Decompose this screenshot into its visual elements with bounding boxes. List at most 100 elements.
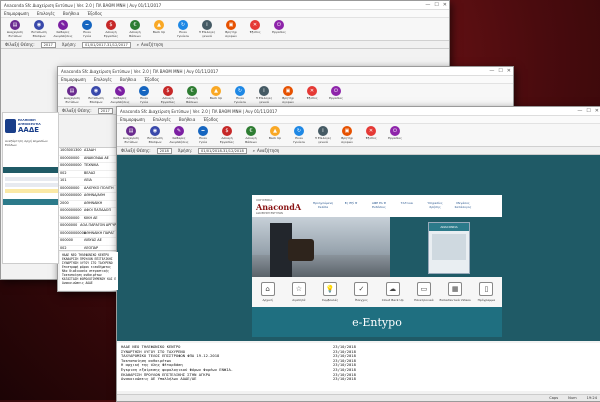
window-title: Anaconda Sfc Διαχείριση Εντύπων | Ver. 2…	[4, 2, 162, 8]
minimize-button[interactable]: —	[489, 68, 494, 74]
toolbar-button-1[interactable]: ◉ Εκτύπωση Επισφων	[27, 20, 51, 39]
toolbar-button-3[interactable]: ━ Είναι Υγεία	[132, 86, 156, 105]
maximize-button[interactable]: ☐	[434, 2, 438, 8]
list-item[interactable]: Ανακοινώσεις ΑΕ Υπαλλήλων ΑΑΔΕ/ΑΕ 23/10/2…	[121, 377, 597, 382]
menu-item[interactable]: Βοήθεια	[120, 77, 136, 82]
maximize-button[interactable]: ☐	[586, 108, 590, 114]
menu-item[interactable]: Επιμορφωση	[4, 11, 29, 16]
toolbar-button-label: Αλλαγή Εργασίας	[160, 97, 176, 104]
toolbar-button-1[interactable]: ◉ Εκτύπωση Επισφων	[143, 126, 167, 145]
toolbar-button-11[interactable]: ⏻ Εργασίες	[324, 86, 348, 105]
table-row[interactable]: 2000 ΑΘΗΝΑΙΚΗ	[59, 201, 121, 208]
toolbar-button-11[interactable]: ⏻ Εργασίες	[267, 20, 291, 39]
toolbar-button-3[interactable]: ━ Είναι Υγεία	[75, 20, 99, 39]
menu-item[interactable]: Έξοδος	[87, 11, 102, 16]
toolbar-button-5[interactable]: € Αλλαγή Βάσεων	[123, 20, 147, 39]
banner-icon-button[interactable]: ⌂ Αρχική	[254, 282, 282, 302]
search-button[interactable]: ⌕Αναζήτηση	[253, 148, 280, 153]
toolbar-button-9[interactable]: ▣ Βρητήρ Αγορών	[276, 86, 300, 105]
menu-item[interactable]: Επιμορφωση	[120, 117, 145, 122]
toolbar-button-label: Αλλαγή Εργασίας	[219, 137, 235, 144]
toolbar-button-1[interactable]: ◉ Εκτύπωση Επισφων	[84, 86, 108, 105]
period-select[interactable]: 01/01/2018-31/12/2018	[198, 147, 247, 154]
toolbar-button-0[interactable]: ▤ Διαχείριση Εντύπων	[3, 20, 27, 39]
table-row[interactable]: 500000000 ΚΙΚΗ ΑΕ	[59, 215, 121, 223]
banner-nav-link[interactable]: ΤΑΞΙ και	[395, 202, 419, 209]
banner-icon-button[interactable]: ☁ Cloud Back Up	[379, 282, 407, 302]
menu-item[interactable]: Επιλογές	[153, 117, 171, 122]
table-row[interactable]: 00000000 ΑΟΑ ΠΑΡΑΓΟΝ ΑΡΓΥΡΗΣ	[59, 223, 121, 231]
banner-icon-button[interactable]: ☆ Αγαπητά	[285, 282, 313, 302]
list-item[interactable]: Ανακοινώσεις ΑΑΔΕ	[62, 281, 116, 285]
menu-item[interactable]: Βοήθεια	[179, 117, 195, 122]
maximize-button[interactable]: ☐	[498, 68, 502, 74]
table-row[interactable]: 0000000000 ΑΘΗΝΑ/ΑΘΗ	[59, 193, 121, 201]
print-icon: ▣	[283, 86, 293, 96]
toolbar-button-10[interactable]: ✕ Έξοδος	[243, 20, 267, 39]
menu-item[interactable]: Βοήθεια	[63, 11, 79, 16]
toolbar-button-4[interactable]: $ Αλλαγή Εργασίας	[99, 20, 123, 39]
toolbar-button-6[interactable]: ▲ Back Up	[204, 86, 228, 105]
toolbar-button-2[interactable]: ✎ Καθαρές Ανεμπλήσεις	[167, 126, 191, 145]
year-select[interactable]: 2017	[40, 41, 56, 48]
close-icon: ✕	[366, 126, 376, 136]
banner-nav-link[interactable]: Προηγούμενη Σελίδα	[311, 202, 335, 209]
banner-icon-button[interactable]: ✓ Έλεγχος	[347, 282, 375, 302]
table-row[interactable]: 0000000000 ΑΦΟΙ ΠΑΠΑΔΟΠ	[59, 208, 121, 216]
table-row[interactable]: 000000000 ΑΝΑΚΟΝΔΑ ΑΕ	[59, 156, 121, 163]
toolbar-button-4[interactable]: $ Αλλαγή Εργασίας	[215, 126, 239, 145]
search-button[interactable]: ⌕Αναζήτηση	[137, 42, 164, 47]
banner-nav-link[interactable]: Υπηρεσίες Χρήσης	[423, 202, 447, 209]
menu-item[interactable]: Επιμορφωση	[61, 77, 86, 82]
period-select[interactable]: 01/01/2017-31/12/2017	[82, 41, 131, 48]
toolbar-button-8[interactable]: iΗ Επιλογές γενικά	[195, 20, 219, 39]
banner-icon-button[interactable]: ▭ Ηλεκτρονικά	[410, 282, 438, 302]
table-row[interactable]: 0000000000 ΤΕΧΝΙΚΑ	[59, 163, 121, 171]
toolbar-button-6[interactable]: ▲ Back Up	[263, 126, 287, 145]
banner-nav-link[interactable]: ΑΦΕ Ελ Ψ Εκδόσεις	[367, 202, 391, 209]
toolbar-button-3[interactable]: ━ Είναι Υγεία	[191, 126, 215, 145]
close-button[interactable]: ✕	[507, 68, 511, 74]
toolbar-button-7[interactable]: ↻ Είναι Υγιείεου	[228, 86, 252, 105]
toolbar-button-9[interactable]: ▣ Βρητήρ Αγορών	[335, 126, 359, 145]
table-row[interactable]: 000000000000 ΑΘΗΝΑΙΚΗ ΠΑΡΑΓ	[59, 231, 121, 238]
table-row[interactable]: 1003001300 ΑΣΑΔΗ	[59, 148, 121, 156]
toolbar-button-11[interactable]: ⏻ Εργασίες	[383, 126, 407, 145]
banner-nav-link[interactable]: Ες Εξί Ψ	[339, 202, 363, 209]
toolbar-button-10[interactable]: ✕ Έξοδος	[300, 86, 324, 105]
table-row[interactable]: 101 ΛΕΙΑ	[59, 178, 121, 186]
close-button[interactable]: ✕	[595, 108, 599, 114]
close-button[interactable]: ✕	[443, 2, 447, 8]
toolbar-button-7[interactable]: ↻ Είναι Υγιείεου	[171, 20, 195, 39]
minimize-button[interactable]: —	[577, 108, 582, 114]
toolbar-button-10[interactable]: ✕ Έξοδος	[359, 126, 383, 145]
welcome-banner: ΛΟΓΙΣΜΙΚΑ AnacondA ΔΙΑΧΕΙΡΙΣΗ ΕΝΤΥΠΩΝ Πρ…	[252, 195, 502, 337]
menu-item[interactable]: Επιλογές	[94, 77, 112, 82]
table-row[interactable]: 002 ΒΕΛΑΣ	[59, 171, 121, 178]
code-cell: 500000000	[60, 215, 80, 220]
banner-icon-button[interactable]: 💡 Συμβουλές	[316, 282, 344, 302]
toolbar-button-5[interactable]: € Αλλαγή Βάσεων	[239, 126, 263, 145]
toolbar-button-2[interactable]: ✎ Καθαρές Ανεμπλήσεις	[51, 20, 75, 39]
banner-nav-link[interactable]: Μεγάλος Κατάλογος	[451, 202, 475, 209]
toolbar-button-8[interactable]: iΗ Επιλογές γενικά	[311, 126, 335, 145]
year-select[interactable]: 2018	[156, 147, 172, 154]
menu-item[interactable]: Έξοδος	[144, 77, 159, 82]
banner-icon-button[interactable]: ▯ Πρόγραμμα	[472, 282, 500, 302]
minimize-button[interactable]: —	[425, 2, 430, 8]
toolbar-button-9[interactable]: ▣ Βρητήρ Αγορών	[219, 20, 243, 39]
toolbar-button-8[interactable]: iΗ Επιλογές γενικά	[252, 86, 276, 105]
year-select[interactable]: 2017	[97, 107, 113, 114]
toolbar-button-0[interactable]: ▤ Διαχείριση Εντύπων	[60, 86, 84, 105]
toolbar-button-2[interactable]: ✎ Καθαρές Ανεμπλήσεις	[108, 86, 132, 105]
menu-item[interactable]: Επιλογές	[37, 11, 55, 16]
toolbar-button-7[interactable]: ↻ Είναι Υγιείεου	[287, 126, 311, 145]
table-row[interactable]: 000000000 ΑΛΙΟΥΚΟ ΠΟΛΙΤΗ	[59, 186, 121, 193]
toolbar-button-0[interactable]: ▤ Διαχείριση Εντύπων	[119, 126, 143, 145]
menu-item[interactable]: Έξοδος	[203, 117, 218, 122]
toolbar-button-4[interactable]: $ Αλλαγή Εργασίας	[156, 86, 180, 105]
banner-icon-button[interactable]: ▦ Εκπαιδευτικά Videos	[440, 282, 471, 302]
toolbar-button-6[interactable]: ▲ Back Up	[147, 20, 171, 39]
table-row[interactable]: 000000 ΛΙΒΥΑΣ ΑΕ	[59, 238, 121, 246]
toolbar-button-5[interactable]: € Αλλαγή Βάσεων	[180, 86, 204, 105]
